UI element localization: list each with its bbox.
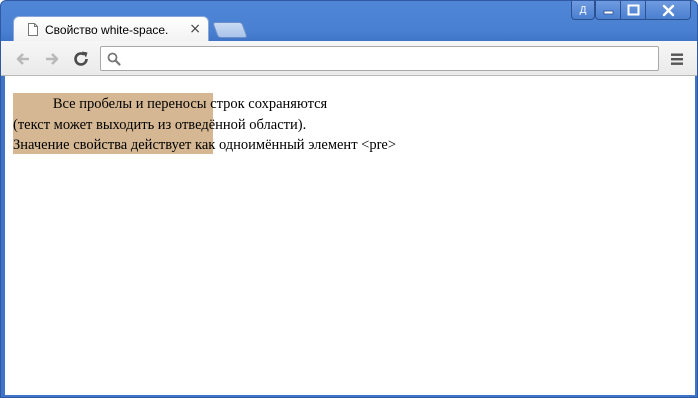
close-tab-icon[interactable]: × (189, 21, 201, 37)
minimize-icon (603, 10, 614, 15)
white-space-demo-text: Все пробелы и переносы строк сохраняются… (13, 96, 397, 153)
tab-title: Свойство white-space. (45, 23, 169, 37)
page-content: Все пробелы и переносы строк сохраняются… (5, 76, 695, 395)
menu-icon[interactable] (668, 50, 686, 68)
page-icon (28, 23, 38, 36)
address-bar[interactable] (100, 46, 659, 71)
browser-toolbar (1, 41, 697, 76)
close-icon (662, 4, 675, 17)
forward-arrow-icon[interactable] (42, 49, 62, 69)
search-icon (107, 52, 121, 66)
profile-button[interactable]: Д (571, 1, 595, 20)
minimize-button[interactable] (595, 1, 621, 20)
new-tab-button[interactable] (212, 22, 248, 38)
active-tab[interactable]: Свойство white-space. × (13, 16, 209, 42)
maximize-button[interactable] (620, 1, 646, 20)
browser-window: Свойство white-space. × Д Все пробелы и … (0, 0, 698, 398)
window-controls (595, 1, 691, 20)
reload-icon[interactable] (71, 49, 91, 69)
address-input[interactable] (125, 49, 645, 68)
close-window-button[interactable] (645, 1, 691, 20)
maximize-icon (627, 4, 640, 16)
back-arrow-icon[interactable] (13, 49, 33, 69)
